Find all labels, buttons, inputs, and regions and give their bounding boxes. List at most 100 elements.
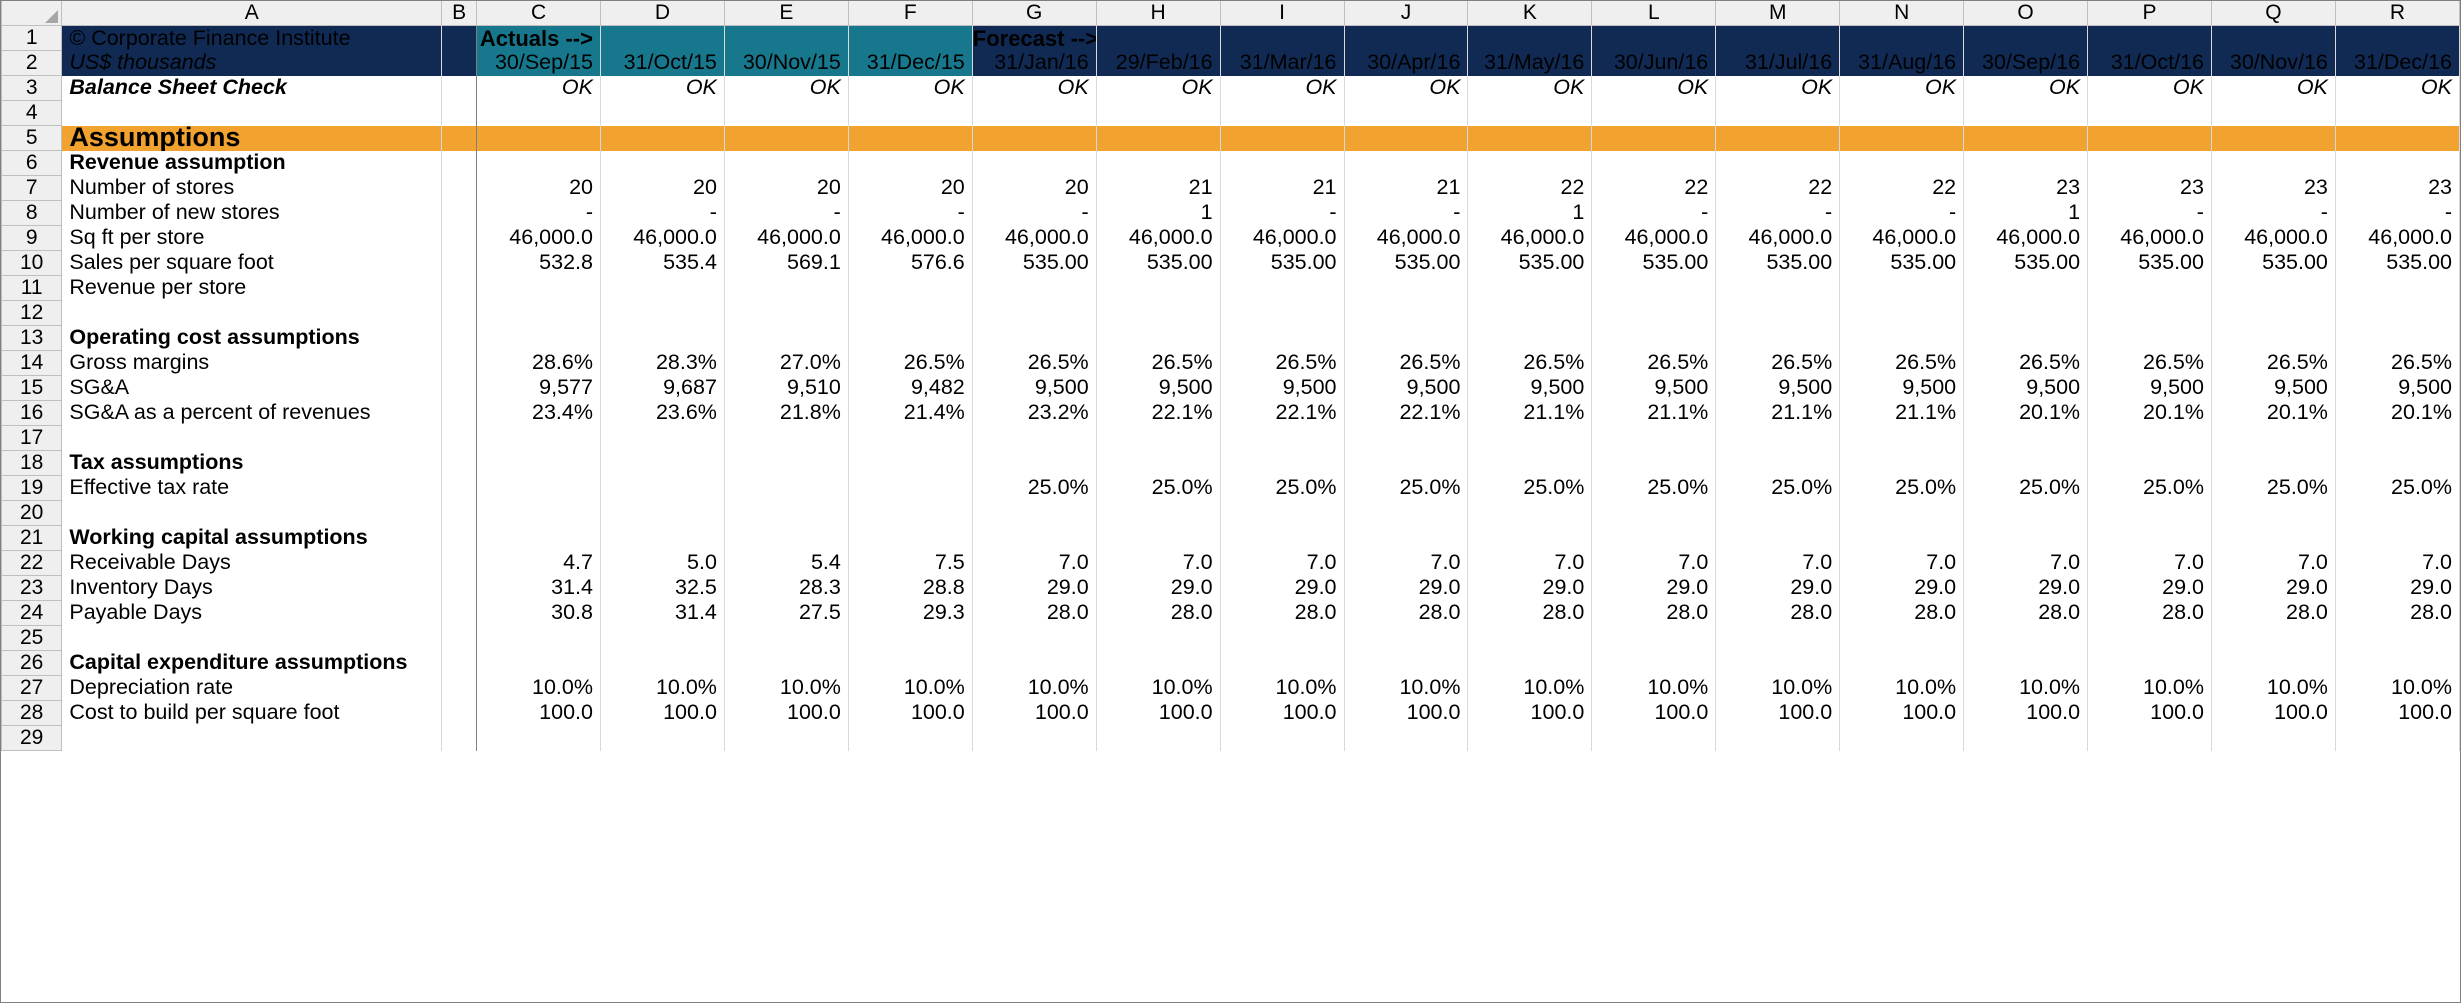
- cell-J20[interactable]: [1344, 500, 1469, 526]
- cell-E5[interactable]: [724, 125, 849, 151]
- cell-G19[interactable]: 25.0%: [972, 475, 1097, 501]
- cell-G4[interactable]: [972, 100, 1097, 126]
- cell-E24[interactable]: 27.5: [724, 600, 849, 626]
- column-header-K[interactable]: K: [1467, 1, 1593, 26]
- column-header-G[interactable]: G: [971, 1, 1097, 26]
- cell-J4[interactable]: [1344, 100, 1469, 126]
- cell-M15[interactable]: 9,500: [1715, 375, 1841, 401]
- cell-M4[interactable]: [1715, 100, 1841, 126]
- cell-B9[interactable]: [441, 225, 478, 251]
- column-header-O[interactable]: O: [1963, 1, 2089, 26]
- cell-G24[interactable]: 28.0: [972, 600, 1097, 626]
- cell-D20[interactable]: [600, 500, 725, 526]
- cell-I4[interactable]: [1220, 100, 1345, 126]
- cell-K6[interactable]: [1467, 150, 1593, 176]
- cell-D22[interactable]: 5.0: [600, 550, 725, 576]
- cell-D12[interactable]: [600, 300, 725, 326]
- cell-M9[interactable]: 46,000.0: [1715, 225, 1841, 251]
- cell-O29[interactable]: [1963, 725, 2089, 751]
- cell-J26[interactable]: [1344, 650, 1469, 676]
- cell-G21[interactable]: [972, 525, 1097, 551]
- cell-Q9[interactable]: 46,000.0: [2211, 225, 2336, 251]
- cell-R26[interactable]: [2335, 650, 2460, 676]
- cell-K15[interactable]: 9,500: [1467, 375, 1593, 401]
- cell-O15[interactable]: 9,500: [1963, 375, 2089, 401]
- cell-L14[interactable]: 26.5%: [1591, 350, 1717, 376]
- cell-M7[interactable]: 22: [1715, 175, 1841, 201]
- cell-O7[interactable]: 23: [1963, 175, 2089, 201]
- cell-M8[interactable]: -: [1715, 200, 1841, 226]
- cell-P17[interactable]: [2087, 425, 2212, 451]
- cell-I12[interactable]: [1220, 300, 1345, 326]
- cell-E9[interactable]: 46,000.0: [724, 225, 849, 251]
- cell-N22[interactable]: 7.0: [1839, 550, 1965, 576]
- cell-I11[interactable]: [1220, 275, 1345, 301]
- balance-check-C[interactable]: OK: [476, 75, 601, 101]
- cell-J18[interactable]: [1344, 450, 1469, 476]
- cell-M14[interactable]: 26.5%: [1715, 350, 1841, 376]
- cell-O20[interactable]: [1963, 500, 2089, 526]
- cell-H10[interactable]: 535.00: [1096, 250, 1221, 276]
- column-header-P[interactable]: P: [2087, 1, 2212, 26]
- cell-B18[interactable]: [441, 450, 478, 476]
- cell-P13[interactable]: [2087, 325, 2212, 351]
- cell-F6[interactable]: [848, 150, 973, 176]
- cell-J8[interactable]: -: [1344, 200, 1469, 226]
- cell-R17[interactable]: [2335, 425, 2460, 451]
- cell-O9[interactable]: 46,000.0: [1963, 225, 2089, 251]
- cell-K25[interactable]: [1467, 625, 1593, 651]
- cell-B2[interactable]: [441, 50, 478, 76]
- cell-L10[interactable]: 535.00: [1591, 250, 1717, 276]
- cell-H28[interactable]: 100.0: [1096, 700, 1221, 726]
- cell-Q8[interactable]: -: [2211, 200, 2336, 226]
- cell-E15[interactable]: 9,510: [724, 375, 849, 401]
- cell-B21[interactable]: [441, 525, 478, 551]
- cell-R5[interactable]: [2335, 125, 2460, 151]
- cell-B3[interactable]: [441, 75, 478, 101]
- cell-K12[interactable]: [1467, 300, 1593, 326]
- cell-P11[interactable]: [2087, 275, 2212, 301]
- cell-P5[interactable]: [2087, 125, 2212, 151]
- column-header-N[interactable]: N: [1839, 1, 1965, 26]
- cell-Q17[interactable]: [2211, 425, 2336, 451]
- cell-Q27[interactable]: 10.0%: [2211, 675, 2336, 701]
- column-header-C[interactable]: C: [476, 1, 601, 26]
- cell-L24[interactable]: 28.0: [1591, 600, 1717, 626]
- cell-L7[interactable]: 22: [1591, 175, 1717, 201]
- cell-D4[interactable]: [600, 100, 725, 126]
- cell-M23[interactable]: 29.0: [1715, 575, 1841, 601]
- cell-B19[interactable]: [441, 475, 478, 501]
- cell-C19[interactable]: [476, 475, 601, 501]
- cell-N16[interactable]: 21.1%: [1839, 400, 1965, 426]
- cell-B8[interactable]: [441, 200, 478, 226]
- cell-G26[interactable]: [972, 650, 1097, 676]
- cell-O6[interactable]: [1963, 150, 2089, 176]
- cell-B24[interactable]: [441, 600, 478, 626]
- cell-G14[interactable]: 26.5%: [972, 350, 1097, 376]
- column-header-R[interactable]: R: [2334, 1, 2460, 26]
- cell-F29[interactable]: [848, 725, 973, 751]
- cell-G17[interactable]: [972, 425, 1097, 451]
- cell-N21[interactable]: [1839, 525, 1965, 551]
- cell-N10[interactable]: 535.00: [1839, 250, 1965, 276]
- cell-I23[interactable]: 29.0: [1220, 575, 1345, 601]
- cell-L25[interactable]: [1591, 625, 1717, 651]
- cell-G20[interactable]: [972, 500, 1097, 526]
- cell-G18[interactable]: [972, 450, 1097, 476]
- cell-H25[interactable]: [1096, 625, 1221, 651]
- cell-K4[interactable]: [1467, 100, 1593, 126]
- cell-G27[interactable]: 10.0%: [972, 675, 1097, 701]
- cell-N29[interactable]: [1839, 725, 1965, 751]
- cell-D18[interactable]: [600, 450, 725, 476]
- cell-L20[interactable]: [1591, 500, 1717, 526]
- row-header-6[interactable]: 6: [1, 150, 63, 176]
- cell-G12[interactable]: [972, 300, 1097, 326]
- cell-D13[interactable]: [600, 325, 725, 351]
- cell-N17[interactable]: [1839, 425, 1965, 451]
- cell-E8[interactable]: -: [724, 200, 849, 226]
- cell-N24[interactable]: 28.0: [1839, 600, 1965, 626]
- cell-K16[interactable]: 21.1%: [1467, 400, 1593, 426]
- cell-Q12[interactable]: [2211, 300, 2336, 326]
- balance-check-J[interactable]: OK: [1344, 75, 1469, 101]
- cell-M19[interactable]: 25.0%: [1715, 475, 1841, 501]
